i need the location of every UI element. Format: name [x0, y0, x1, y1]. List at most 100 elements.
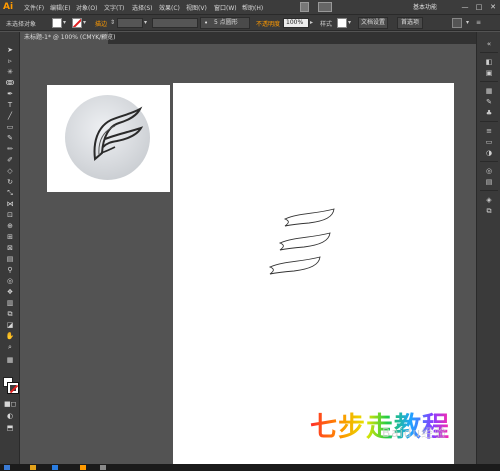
panel-options-icon[interactable]: ≡ [476, 18, 482, 28]
menu-edit[interactable]: 编辑(E) [50, 3, 70, 12]
preferences-button[interactable]: 首选项 [397, 17, 423, 29]
menu-window[interactable]: 窗口(W) [214, 3, 237, 12]
hand-tool-icon[interactable]: ✋ [4, 332, 16, 341]
direct-selection-tool-icon[interactable]: ▹ [4, 57, 16, 66]
artboards-icon[interactable]: ⧉ [484, 207, 494, 215]
align-icon[interactable] [452, 18, 462, 28]
artboard-tool-icon[interactable]: ⧉ [4, 310, 16, 319]
menu-effect[interactable]: 效果(C) [159, 3, 180, 12]
mesh-tool-icon[interactable]: ⊠ [4, 244, 16, 253]
start-icon[interactable] [4, 465, 10, 470]
tab-close-icon[interactable]: × [100, 32, 105, 44]
blob-brush-tool-icon[interactable]: ✐ [4, 156, 16, 165]
illustrator-task-icon[interactable] [80, 465, 86, 470]
graph-tool-icon[interactable]: ▦ [4, 356, 16, 365]
shape-builder-tool-icon[interactable]: ⊕ [4, 222, 16, 231]
menu-view[interactable]: 视图(V) [186, 3, 207, 12]
graphic-styles-icon[interactable]: ▤ [484, 178, 494, 186]
document-tab[interactable]: 未标题-1* @ 100% (CMYK/预览) × [20, 32, 116, 44]
stroke-panel-icon[interactable]: ≡ [484, 127, 494, 135]
eraser-tool-icon[interactable]: ◇ [4, 167, 16, 176]
zoom-tool-icon[interactable]: ⌕ [4, 343, 16, 352]
brushes-icon[interactable]: ✎ [484, 98, 494, 106]
rotate-tool-icon[interactable]: ↻ [4, 178, 16, 187]
watermark: 七步走教程 Baidu经验 [310, 405, 490, 443]
color-panel-icon[interactable]: ◧ [484, 58, 494, 66]
color-mode-icons[interactable]: ■◻ [4, 400, 16, 409]
wave-stroke-top[interactable] [283, 208, 335, 227]
fill-stroke-control[interactable] [2, 377, 19, 395]
transparency-icon[interactable]: ◑ [484, 149, 494, 157]
maximize-icon[interactable]: □ [474, 2, 484, 12]
eyedropper-tool-icon[interactable]: ⚲ [4, 266, 16, 275]
pen-tool-icon[interactable]: ✒ [4, 90, 16, 99]
type-tool-icon[interactable]: T [4, 101, 16, 110]
panel-collapse-icon[interactable]: « [484, 40, 494, 48]
style-dropdown-icon[interactable]: ▾ [348, 18, 354, 28]
screen-mode-icon[interactable]: ⬒ [4, 424, 16, 433]
stroke-stepper-icon[interactable]: ⇕ [110, 18, 116, 28]
wave-stroke-bottom[interactable] [268, 256, 321, 275]
stroke-weight-dropdown-icon[interactable]: ▾ [144, 18, 150, 28]
color-guide-icon[interactable]: ▣ [484, 69, 494, 77]
magic-wand-tool-icon[interactable]: ✳ [4, 68, 16, 77]
reference-circle [65, 95, 150, 180]
opacity-dropdown-icon[interactable]: ▸ [310, 18, 316, 28]
fill-dropdown-icon[interactable]: ▾ [63, 18, 69, 28]
reference-image[interactable] [47, 85, 170, 192]
lasso-tool-icon[interactable]: ↂ [4, 79, 16, 88]
bridge-icon[interactable] [300, 2, 309, 12]
paintbrush-tool-icon[interactable]: ✎ [4, 134, 16, 143]
opacity-field[interactable]: 100% [283, 18, 309, 28]
workspace-switcher[interactable]: 基本功能 [405, 2, 445, 13]
free-transform-tool-icon[interactable]: ⊡ [4, 211, 16, 220]
blend-tool-icon[interactable]: ◎ [4, 277, 16, 286]
menu-help[interactable]: 帮助(H) [242, 3, 263, 12]
stroke-swatch[interactable] [72, 18, 82, 28]
column-graph-tool-icon[interactable]: ▥ [4, 299, 16, 308]
stroke-weight-field[interactable] [117, 18, 143, 28]
brush-definition[interactable]: • 5 点圆形 [200, 17, 250, 29]
canvas-area[interactable] [20, 44, 476, 464]
symbols-icon[interactable]: ♣ [484, 109, 494, 117]
menu-object[interactable]: 对象(O) [76, 3, 97, 12]
illustrator-logo-icon: Ai [3, 2, 14, 12]
symbol-sprayer-tool-icon[interactable]: ❖ [4, 288, 16, 297]
drawing-mode-icon[interactable]: ◐ [4, 412, 16, 421]
selection-tool-icon[interactable]: ➤ [4, 46, 16, 55]
wave-stroke-middle[interactable] [278, 232, 331, 251]
app-task-icon[interactable] [100, 465, 106, 470]
swatches-icon[interactable]: ▦ [484, 87, 494, 95]
panel-separator [480, 190, 498, 191]
gradient-tool-icon[interactable]: ▤ [4, 255, 16, 264]
control-panel-menu-icon[interactable]: ▾ [466, 18, 472, 28]
fill-swatch[interactable] [52, 18, 62, 28]
perspective-grid-tool-icon[interactable]: ⊞ [4, 233, 16, 242]
layers-icon[interactable]: ◈ [484, 196, 494, 204]
arrange-documents-icon[interactable] [318, 2, 332, 12]
menu-file[interactable]: 文件(F) [24, 3, 44, 12]
menu-select[interactable]: 选择(S) [132, 3, 153, 12]
scale-tool-icon[interactable]: ⤡ [4, 189, 16, 198]
minimize-icon[interactable]: — [460, 2, 470, 12]
width-tool-icon[interactable]: ⋈ [4, 200, 16, 209]
close-icon[interactable]: ✕ [488, 2, 498, 12]
gradient-panel-icon[interactable]: ▭ [484, 138, 494, 146]
pencil-tool-icon[interactable]: ✏ [4, 145, 16, 154]
stroke-dropdown-icon[interactable]: ▾ [83, 18, 89, 28]
rectangle-tool-icon[interactable]: ▭ [4, 123, 16, 132]
opacity-label[interactable]: 不透明度 [256, 19, 280, 28]
explorer-icon[interactable] [30, 465, 36, 470]
graphic-style-swatch[interactable] [337, 18, 347, 28]
line-tool-icon[interactable]: ╱ [4, 112, 16, 121]
slice-tool-icon[interactable]: ◪ [4, 321, 16, 330]
stroke-label[interactable]: 描边 [95, 19, 107, 28]
browser-icon[interactable] [52, 465, 58, 470]
brush-size-label: 5 点圆形 [214, 19, 238, 26]
tools-panel: ➤ ▹ ✳ ↂ ✒ T ╱ ▭ ✎ ✏ ✐ ◇ ↻ ⤡ ⋈ ⊡ ⊕ ⊞ ⊠ ▤ … [0, 32, 20, 464]
document-setup-button[interactable]: 文档设置 [358, 17, 388, 29]
selection-status: 未选择对象 [6, 21, 37, 28]
menu-type[interactable]: 文字(T) [104, 3, 124, 12]
appearance-icon[interactable]: ◎ [484, 167, 494, 175]
variable-width-profile[interactable] [152, 18, 198, 28]
